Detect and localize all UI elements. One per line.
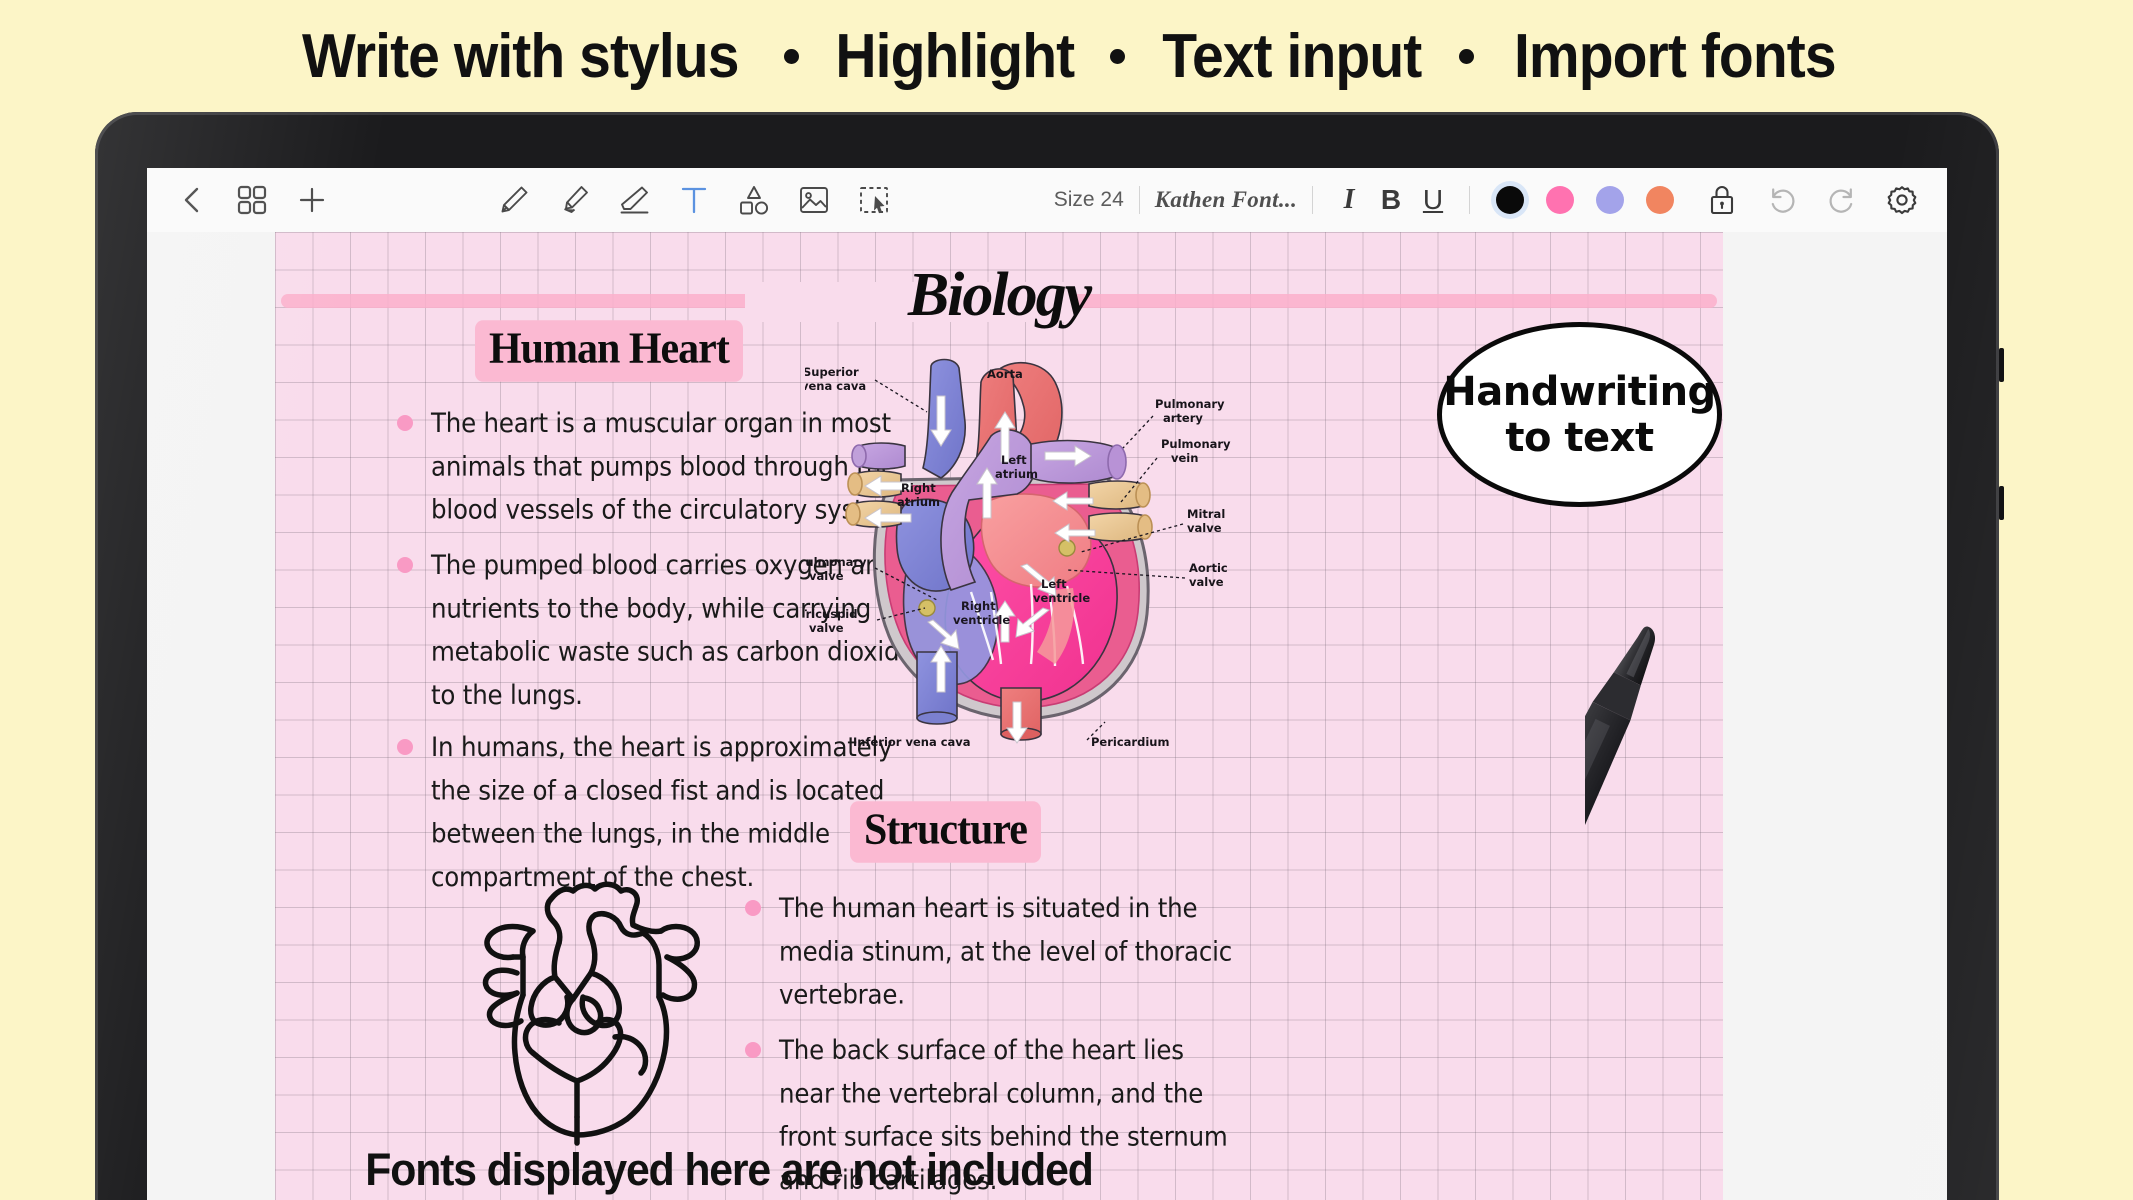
eraser-tool-icon[interactable] xyxy=(611,177,657,223)
banner-separator-dot xyxy=(783,48,799,64)
banner-item-0: Write with stylus xyxy=(302,21,739,91)
banner-item-3: Import fonts xyxy=(1514,21,1837,91)
page-title[interactable]: Biology xyxy=(275,260,1723,331)
diagram-label-left-atrium-2: atrium xyxy=(995,467,1038,481)
callout-line-2: to text xyxy=(1505,414,1654,461)
banner-separator-dot xyxy=(1110,48,1126,64)
diagram-label-right-atrium-2: atrium xyxy=(897,495,940,509)
toolbar-divider xyxy=(1312,186,1314,214)
font-size-label[interactable]: Size 24 xyxy=(1054,188,1124,212)
callout-line-1: Handwriting xyxy=(1443,368,1716,415)
tablet-screen: Size 24 Kathen Font... I B U Biology Hum… xyxy=(147,168,1947,1200)
highlighter-tool-icon[interactable] xyxy=(551,177,597,223)
settings-gear-icon[interactable] xyxy=(1879,177,1925,223)
bullet-dot-icon xyxy=(745,1042,761,1058)
back-chevron-icon[interactable] xyxy=(169,177,215,223)
diagram-label-mitral-valve-2: valve xyxy=(1187,521,1222,535)
heart-anatomy-diagram[interactable]: Superior vena cava Aorta Pulmonary arter… xyxy=(805,352,1235,772)
diagram-label-pulmonary-valve: Pulmonary xyxy=(805,555,867,569)
diagram-label-pericardium: Pericardium xyxy=(1091,735,1169,749)
diagram-label-tricuspid-valve: Tricuspid xyxy=(805,607,857,621)
diagram-label-left-ventricle-2: ventricle xyxy=(1033,591,1090,605)
pages-grid-icon[interactable] xyxy=(229,177,275,223)
diagram-label-aortic-valve-2: valve xyxy=(1189,575,1224,589)
text-tool-icon[interactable] xyxy=(671,177,717,223)
lasso-select-tool-icon[interactable] xyxy=(851,177,897,223)
color-swatch-black[interactable] xyxy=(1496,186,1525,214)
diagram-label-pulmonary-vein-2: vein xyxy=(1171,451,1198,465)
shapes-tool-icon[interactable] xyxy=(731,177,777,223)
image-tool-icon[interactable] xyxy=(791,177,837,223)
app-toolbar: Size 24 Kathen Font... I B U xyxy=(147,168,1947,232)
pen-tool-icon[interactable] xyxy=(491,177,537,223)
handwriting-callout-bubble: Handwriting to text xyxy=(1437,322,1722,507)
list-item[interactable]: The human heart is situated in the media… xyxy=(745,887,1245,1010)
diagram-label-right-ventricle: Right xyxy=(961,599,996,613)
bullet-dot-icon xyxy=(397,415,413,431)
diagram-label-aortic-valve: Aortic xyxy=(1189,561,1228,575)
diagram-label-aorta: Aorta xyxy=(987,367,1023,381)
diagram-label-superior-vena-cava: Superior xyxy=(805,365,859,379)
color-swatch-salmon[interactable] xyxy=(1646,186,1675,214)
diagram-label-right-atrium: Right xyxy=(901,481,936,495)
diagram-label-tricuspid-valve-2: valve xyxy=(809,621,844,635)
diagram-label-right-ventricle-2: ventricle xyxy=(953,613,1010,627)
volume-down-button[interactable] xyxy=(1999,486,2004,520)
diagram-label-pulmonary-vein: Pulmonary xyxy=(1161,437,1231,451)
banner-separator-dot xyxy=(1459,48,1475,64)
promo-banner: Write with stylus Highlight Text input I… xyxy=(0,0,2133,112)
underline-button[interactable]: U xyxy=(1412,184,1454,216)
tablet-device: Size 24 Kathen Font... I B U Biology Hum… xyxy=(95,112,2004,1200)
bold-button[interactable]: B xyxy=(1370,184,1412,216)
volume-up-button[interactable] xyxy=(1999,348,2004,382)
diagram-label-pulmonary-valve-2: valve xyxy=(809,569,844,583)
diagram-label-pulmonary-artery: Pulmonary xyxy=(1155,397,1225,411)
diagram-label-superior-vena-cava-2: vena cava xyxy=(805,379,866,393)
lock-icon[interactable] xyxy=(1699,177,1745,223)
italic-button[interactable]: I xyxy=(1328,184,1370,216)
color-swatch-periwinkle[interactable] xyxy=(1596,186,1625,214)
note-canvas[interactable]: Biology Human Heart The heart is a muscu… xyxy=(147,232,1947,1200)
note-page[interactable]: Biology Human Heart The heart is a muscu… xyxy=(275,232,1723,1200)
bullet-dot-icon xyxy=(745,900,761,916)
page-caption: Fonts displayed here are not included xyxy=(365,1144,1094,1195)
diagram-label-left-atrium: Left xyxy=(1001,453,1027,467)
section-heading-structure[interactable]: Structure xyxy=(850,801,1041,863)
undo-icon[interactable] xyxy=(1759,177,1805,223)
diagram-label-pulmonary-artery-2: artery xyxy=(1163,411,1203,425)
bullet-dot-icon xyxy=(397,557,413,573)
font-family-label[interactable]: Kathen Font... xyxy=(1155,187,1297,213)
banner-item-2: Text input xyxy=(1162,21,1423,91)
toolbar-divider xyxy=(1469,186,1471,214)
heart-line-drawing[interactable] xyxy=(455,877,720,1147)
toolbar-divider xyxy=(1138,186,1140,214)
callout-text: Handwriting to text xyxy=(1437,322,1722,507)
color-swatch-pink[interactable] xyxy=(1546,186,1575,214)
banner-item-1: Highlight xyxy=(835,21,1075,91)
diagram-label-left-ventricle: Left xyxy=(1041,577,1067,591)
bullet-dot-icon xyxy=(397,739,413,755)
add-page-icon[interactable] xyxy=(289,177,335,223)
redo-icon[interactable] xyxy=(1819,177,1865,223)
diagram-label-mitral-valve: Mitral xyxy=(1187,507,1225,521)
diagram-label-inferior-vena-cava: Inferior vena cava xyxy=(853,735,971,749)
list-item-text: The human heart is situated in the media… xyxy=(779,892,1232,1011)
